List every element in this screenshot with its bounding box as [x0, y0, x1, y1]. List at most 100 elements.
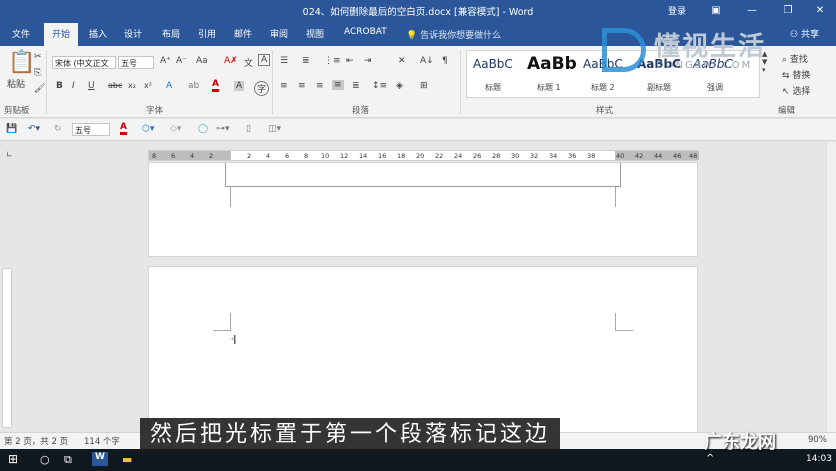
ruler-number: 12 — [340, 152, 349, 160]
windows-start-icon[interactable]: ⊞ — [8, 452, 18, 466]
paragraph-mark-icon: ↵ — [231, 335, 237, 343]
superscript-icon[interactable]: x² — [144, 81, 152, 90]
paste-label[interactable]: 粘贴 — [7, 77, 25, 90]
sort-icon[interactable]: A↓ — [420, 56, 434, 66]
char-shading-icon[interactable]: A — [234, 81, 245, 91]
redo-icon[interactable]: ↻ — [54, 124, 62, 134]
qat-font-color-icon[interactable]: A — [120, 122, 127, 135]
zoom-level[interactable]: 90% — [808, 435, 827, 445]
italic-icon[interactable]: I — [72, 81, 75, 91]
tab-file[interactable]: 文件 — [12, 27, 30, 40]
folder-icon[interactable]: ▬ — [122, 453, 132, 466]
show-marks-icon[interactable]: ¶ — [442, 56, 448, 66]
qat-font-size-box[interactable]: 五号 — [72, 123, 110, 136]
font-size-box[interactable]: 五号 — [118, 56, 154, 69]
tab-home[interactable]: 开始 — [44, 23, 79, 46]
enclose-char-icon[interactable]: 字 — [254, 81, 270, 96]
vertical-ruler[interactable] — [2, 268, 12, 428]
tab-design[interactable]: 设计 — [124, 27, 142, 40]
subscript-icon[interactable]: x₂ — [128, 81, 136, 90]
undo-icon[interactable]: ↶▾ — [28, 124, 40, 134]
qat-spacing-icon[interactable]: ⊶▾ — [216, 124, 230, 134]
tell-me-search[interactable]: 💡 告诉我你想要做什么 — [406, 28, 501, 41]
style-sample[interactable]: AaBbC — [473, 57, 513, 71]
horizontal-ruler[interactable]: 8 6 4 2 2 4 6 8 10 12 14 16 18 20 22 24 … — [148, 150, 699, 161]
tab-references[interactable]: 引用 — [198, 27, 216, 40]
lightbulb-icon: 💡 — [406, 31, 418, 41]
grow-font-icon[interactable]: A⁺ — [160, 56, 171, 66]
ribbon-display-icon[interactable]: ▣ — [698, 0, 734, 22]
decrease-indent-icon[interactable]: ⇤ — [346, 56, 354, 66]
qat-circle-icon[interactable]: ◯ — [198, 124, 208, 134]
justify-icon[interactable]: ≡ — [332, 80, 344, 90]
multilevel-icon[interactable]: ⋮≡ — [324, 56, 341, 66]
page-1[interactable] — [148, 162, 698, 257]
qat-page-icon[interactable]: ▯ — [246, 124, 251, 134]
task-view-icon[interactable]: ⧉ — [64, 453, 72, 467]
qat-columns-icon[interactable]: ◫▾ — [268, 124, 281, 134]
font-name-box[interactable]: 宋体 (中文正文 — [52, 56, 116, 69]
ruler-number: 28 — [492, 152, 501, 160]
clock[interactable]: 14:03 — [806, 454, 832, 464]
tab-insert[interactable]: 插入 — [89, 27, 107, 40]
minimize-button[interactable]: — — [734, 0, 770, 22]
style-name[interactable]: 标题 1 — [537, 82, 561, 93]
paste-icon[interactable]: 📋 — [8, 50, 35, 75]
tray-up-icon[interactable]: ^ — [706, 453, 714, 464]
line-spacing-icon[interactable]: ↕≡ — [372, 81, 387, 91]
watermark-logo: 懂视生活 DONGSHI.COM — [596, 24, 826, 82]
borders-icon[interactable]: ⊞ — [420, 81, 428, 91]
ruler-number: 6 — [285, 152, 290, 160]
qat-fill-icon[interactable]: ◇▾ — [170, 124, 181, 134]
cut-icon[interactable]: ✂ — [34, 52, 42, 62]
bullets-icon[interactable]: ☰ — [280, 56, 288, 66]
copy-icon[interactable]: ⎘ — [34, 68, 41, 78]
tab-acrobat[interactable]: ACROBAT — [344, 27, 387, 37]
font-color-icon[interactable]: A — [212, 79, 219, 92]
bold-icon[interactable]: B — [56, 81, 63, 91]
vertical-scrollbar[interactable] — [826, 142, 836, 432]
distributed-icon[interactable]: ≣ — [352, 81, 360, 91]
style-name[interactable]: 标题 — [485, 82, 501, 93]
word-count[interactable]: 114 个字 — [84, 435, 120, 447]
char-border-icon[interactable]: A — [258, 54, 271, 66]
increase-indent-icon[interactable]: ⇥ — [364, 56, 372, 66]
text-effects-icon[interactable]: A — [166, 81, 172, 91]
ruler-number: 10 — [321, 152, 330, 160]
style-sample[interactable]: AaBb — [527, 54, 577, 74]
save-icon[interactable]: 💾 — [6, 124, 17, 134]
word-app-icon[interactable]: W — [92, 452, 108, 466]
qat-shape-icon[interactable]: ⬡▾ — [142, 124, 154, 134]
numbering-icon[interactable]: ≣ — [302, 56, 310, 66]
style-name[interactable]: 强调 — [707, 82, 723, 93]
style-name[interactable]: 副标题 — [647, 82, 671, 93]
page-count[interactable]: 第 2 页，共 2 页 — [4, 435, 68, 447]
table-outline[interactable] — [225, 163, 621, 187]
tab-mailings[interactable]: 邮件 — [234, 27, 252, 40]
style-name[interactable]: 标题 2 — [591, 82, 615, 93]
close-button[interactable]: ✕ — [802, 0, 836, 22]
search-icon[interactable]: ○ — [40, 453, 50, 466]
tab-layout[interactable]: 布局 — [162, 27, 180, 40]
quick-access-toolbar: 💾 ↶▾ ↻ 五号 A ⬡▾ ◇▾ ◯ ⊶▾ ▯ ◫▾ — [0, 119, 836, 141]
phonetic-icon[interactable]: 文 — [244, 56, 253, 69]
restore-button[interactable]: ❐ — [770, 0, 806, 22]
page-2[interactable]: I ↵ — [148, 266, 698, 436]
tab-selector-icon[interactable]: ∟ — [6, 150, 13, 159]
login-link[interactable]: 登录 — [668, 4, 686, 17]
select-button[interactable]: ↖ 选择 — [782, 84, 810, 97]
format-painter-icon[interactable]: 🖌 — [34, 84, 45, 94]
shrink-font-icon[interactable]: A⁻ — [176, 56, 187, 66]
highlight-icon[interactable]: ab — [188, 81, 199, 91]
clear-format-icon[interactable]: A✗ — [224, 56, 238, 66]
tab-view[interactable]: 视图 — [306, 27, 324, 40]
shading-icon[interactable]: ◈ — [396, 81, 403, 91]
align-left-icon[interactable]: ≡ — [280, 81, 288, 91]
tab-review[interactable]: 审阅 — [270, 27, 288, 40]
underline-icon[interactable]: U — [88, 81, 95, 91]
strikethrough-icon[interactable]: abc — [108, 81, 122, 90]
chinese-layout-icon[interactable]: ✕ — [398, 56, 406, 66]
change-case-icon[interactable]: Aa — [196, 56, 208, 66]
align-right-icon[interactable]: ≡ — [316, 81, 324, 91]
align-center-icon[interactable]: ≡ — [298, 81, 306, 91]
